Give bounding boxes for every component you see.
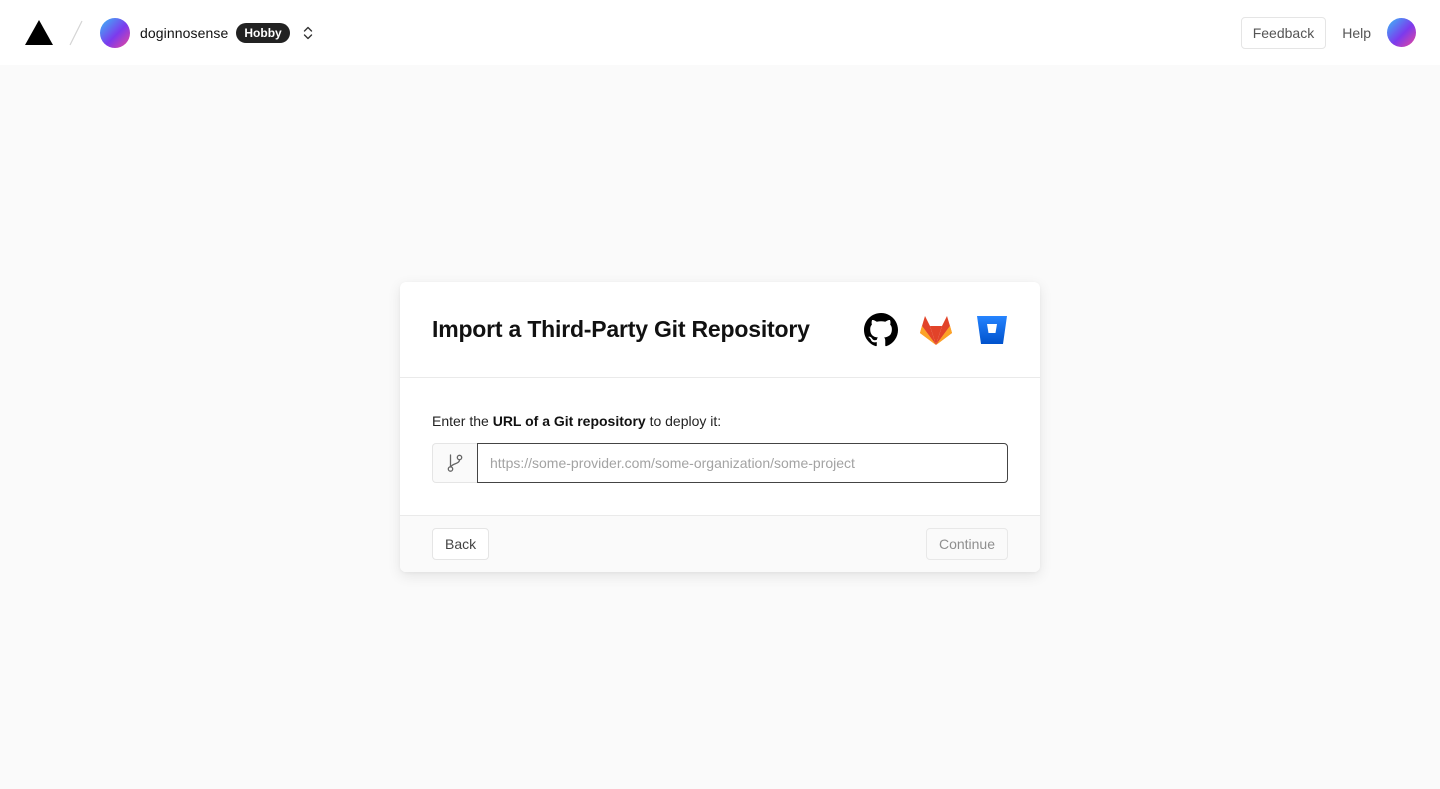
repository-url-input[interactable] <box>477 443 1008 483</box>
bitbucket-icon[interactable] <box>976 315 1008 345</box>
team-avatar[interactable] <box>100 17 130 48</box>
git-branch-icon <box>447 454 463 472</box>
import-repository-card: Import a Third-Party Git Repository Ente… <box>400 282 1040 572</box>
card-footer: Back Continue <box>400 515 1040 572</box>
team-switcher-button[interactable] <box>298 23 318 43</box>
url-instruction: Enter the URL of a Git repository to dep… <box>432 412 1008 430</box>
page-title: Import a Third-Party Git Repository <box>432 316 810 342</box>
card-header: Import a Third-Party Git Repository <box>400 282 1040 378</box>
chevron-up-down-icon <box>303 26 312 39</box>
url-prefix <box>432 443 477 483</box>
continue-button[interactable]: Continue <box>925 528 1008 560</box>
vercel-logo-icon[interactable] <box>24 19 54 47</box>
gitlab-icon[interactable] <box>919 314 953 346</box>
breadcrumb-separator <box>69 20 83 45</box>
repository-url-field <box>432 443 1008 483</box>
back-button[interactable]: Back <box>432 528 490 560</box>
card-body: Enter the URL of a Git repository to dep… <box>400 378 1040 515</box>
instruction-suffix: to deploy it: <box>645 413 722 429</box>
top-navigation-bar: doginnosense Hobby Feedback Help <box>0 0 1440 65</box>
feedback-button[interactable]: Feedback <box>1240 16 1327 49</box>
user-avatar[interactable] <box>1387 18 1416 47</box>
team-name[interactable]: doginnosense <box>140 25 228 41</box>
plan-badge: Hobby <box>236 22 290 43</box>
header-actions: Feedback Help <box>1240 16 1416 49</box>
github-icon[interactable] <box>864 312 898 347</box>
help-link[interactable]: Help <box>1342 25 1371 41</box>
instruction-prefix: Enter the <box>432 413 493 429</box>
git-provider-icons <box>864 312 1008 347</box>
instruction-emphasis: URL of a Git repository <box>492 413 646 429</box>
